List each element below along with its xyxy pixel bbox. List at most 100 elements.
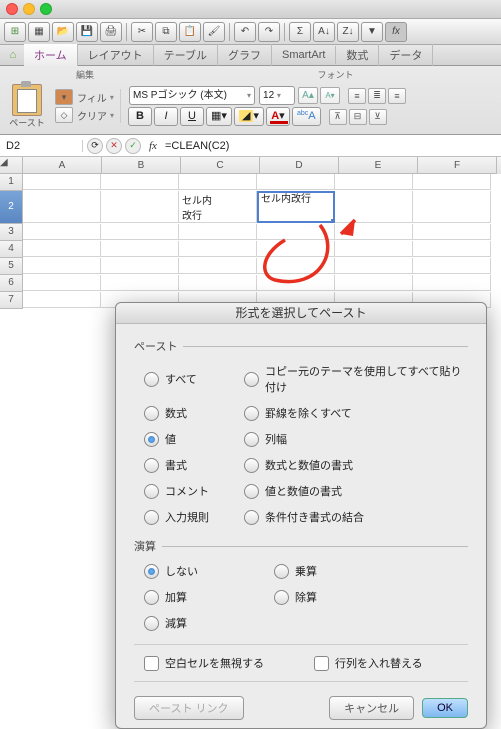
traffic-close-icon[interactable] <box>6 3 18 15</box>
tab-home[interactable]: ホーム <box>24 44 78 66</box>
cancel-button[interactable]: キャンセル <box>329 696 414 720</box>
cell[interactable] <box>413 224 491 240</box>
shrink-font-button[interactable]: A▾ <box>320 87 340 104</box>
cancel-formula-icon[interactable]: ✕ <box>106 138 122 154</box>
radio-op-sub[interactable]: 減算 <box>144 615 264 631</box>
print-icon[interactable]: 🖨 <box>100 22 122 42</box>
new-icon[interactable]: ▦ <box>28 22 50 42</box>
radio-valnum[interactable]: 値と数値の書式 <box>244 483 468 499</box>
cell[interactable] <box>257 275 335 291</box>
radio-value[interactable]: 値 <box>144 431 234 447</box>
active-cell[interactable]: セル内改行 <box>257 191 335 223</box>
redo-icon[interactable]: ↷ <box>258 22 280 42</box>
cell[interactable] <box>101 174 179 190</box>
autosum-icon[interactable]: Σ <box>289 22 311 42</box>
font-size-select[interactable]: 12 ▾ <box>259 86 295 105</box>
cell[interactable] <box>101 241 179 257</box>
cell[interactable] <box>257 174 335 190</box>
paste-button[interactable]: ペースト <box>6 82 48 130</box>
italic-button[interactable]: I <box>154 107 178 126</box>
cell[interactable] <box>335 275 413 291</box>
cell[interactable] <box>23 292 101 308</box>
undo-icon[interactable]: ↶ <box>234 22 256 42</box>
cell[interactable] <box>335 191 413 223</box>
cell[interactable] <box>413 191 491 223</box>
radio-valid[interactable]: 入力規則 <box>144 509 234 525</box>
radio-theme[interactable]: コピー元のテーマを使用してすべて貼り付け <box>244 363 468 395</box>
ok-button[interactable]: OK <box>422 698 468 718</box>
col-header[interactable]: A <box>23 157 102 174</box>
col-header[interactable]: D <box>260 157 339 174</box>
fx-label-icon[interactable]: fx <box>145 140 161 152</box>
radio-op-mul[interactable]: 乗算 <box>274 563 468 579</box>
save-icon[interactable]: 💾 <box>76 22 98 42</box>
bold-button[interactable]: B <box>128 107 152 126</box>
tab-smartart[interactable]: SmartArt <box>272 46 336 64</box>
sort-desc-icon[interactable]: Z↓ <box>337 22 359 42</box>
row-header[interactable]: 5 <box>0 258 23 275</box>
filter-icon[interactable]: ▼ <box>361 22 383 42</box>
row-header[interactable]: 3 <box>0 224 23 241</box>
open-icon[interactable]: 📂 <box>52 22 74 42</box>
font-color-button[interactable]: A▾ <box>266 107 290 126</box>
paste-icon[interactable]: 📋 <box>179 22 201 42</box>
align-top-icon[interactable]: ⊼ <box>329 109 347 125</box>
cell[interactable] <box>179 275 257 291</box>
cell[interactable] <box>179 258 257 274</box>
cell[interactable] <box>23 275 101 291</box>
checkbox-transpose[interactable]: 行列を入れ替える <box>314 655 423 671</box>
excel-icon[interactable]: ⊞ <box>4 22 26 42</box>
cell[interactable] <box>101 191 179 223</box>
cell[interactable]: セル内改行 <box>179 191 257 223</box>
cell[interactable] <box>23 191 101 223</box>
radio-formula[interactable]: 数式 <box>144 405 234 421</box>
radio-op-div[interactable]: 除算 <box>274 589 468 605</box>
radio-fmtnum[interactable]: 数式と数値の書式 <box>244 457 468 473</box>
traffic-zoom-icon[interactable] <box>40 3 52 15</box>
ruby-button[interactable]: abcA <box>292 107 321 126</box>
cell[interactable] <box>23 258 101 274</box>
paste-link-button[interactable]: ペースト リンク <box>134 696 244 720</box>
cell[interactable] <box>413 258 491 274</box>
name-box[interactable]: D2 <box>0 140 83 152</box>
border-button[interactable]: ▦▾ <box>206 107 232 126</box>
format-painter-icon[interactable]: 🖌 <box>203 22 225 42</box>
align-center-icon[interactable]: ≣ <box>368 88 386 104</box>
eraser-icon[interactable]: ◇ <box>55 107 73 123</box>
tab-data[interactable]: データ <box>379 44 433 66</box>
radio-comment[interactable]: コメント <box>144 483 234 499</box>
radio-op-none[interactable]: しない <box>144 563 264 579</box>
cell[interactable] <box>335 174 413 190</box>
col-header[interactable]: F <box>418 157 497 174</box>
cut-icon[interactable]: ✂ <box>131 22 153 42</box>
cell[interactable] <box>335 258 413 274</box>
cell[interactable] <box>335 241 413 257</box>
fill-color-icon[interactable]: ▾ <box>55 89 73 105</box>
cell[interactable] <box>23 241 101 257</box>
radio-cond[interactable]: 条件付き書式の結合 <box>244 509 468 525</box>
cell[interactable] <box>101 258 179 274</box>
cell[interactable] <box>413 275 491 291</box>
align-left-icon[interactable]: ≡ <box>348 88 366 104</box>
cell[interactable] <box>413 174 491 190</box>
traffic-min-icon[interactable] <box>23 3 35 15</box>
tab-charts[interactable]: グラフ <box>218 44 272 66</box>
radio-format[interactable]: 書式 <box>144 457 234 473</box>
cell[interactable] <box>179 174 257 190</box>
radio-noborder[interactable]: 罫線を除くすべて <box>244 405 468 421</box>
radio-op-add[interactable]: 加算 <box>144 589 264 605</box>
select-all-corner[interactable]: ◢ <box>0 157 23 174</box>
align-right-icon[interactable]: ≡ <box>388 88 406 104</box>
cell[interactable] <box>257 224 335 240</box>
cell[interactable] <box>257 241 335 257</box>
cell[interactable] <box>413 241 491 257</box>
checkbox-skip-blanks[interactable]: 空白セルを無視する <box>144 655 314 671</box>
cell[interactable] <box>179 224 257 240</box>
history-icon[interactable]: ⟳ <box>87 138 103 154</box>
cell[interactable] <box>101 275 179 291</box>
tab-formulas[interactable]: 数式 <box>336 44 379 66</box>
col-header[interactable]: B <box>102 157 181 174</box>
tab-tables[interactable]: テーブル <box>154 44 218 66</box>
cell[interactable] <box>335 224 413 240</box>
radio-all[interactable]: すべて <box>144 363 234 395</box>
